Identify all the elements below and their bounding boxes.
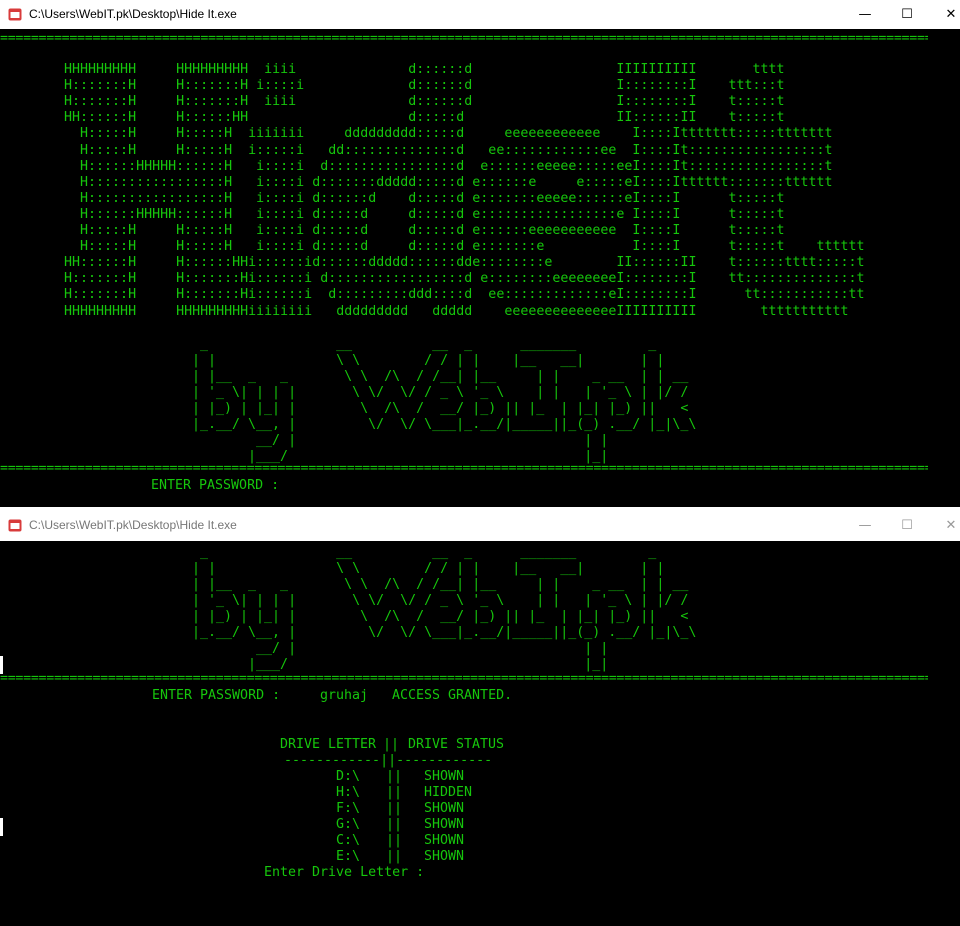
column-divider: || — [386, 817, 403, 832]
window-title: C:\Users\WebIT.pk\Desktop\Hide It.exe — [29, 7, 237, 21]
ascii-art-line: H::::::HHHHH::::::H i::::i d::::::::::::… — [32, 158, 833, 174]
console-app-icon — [8, 8, 22, 21]
drive-status-cell: SHOWN — [424, 817, 465, 832]
ascii-art-line: | |__ _ _ \ \ /\ / /__| |__ | | _ __ | |… — [192, 369, 689, 384]
drive-status-cell: SHOWN — [424, 801, 465, 816]
ascii-art-line: __/ | | | — [192, 641, 609, 656]
ascii-art-line: | |_) | |_| | \ /\ / __/ |_) || |_ | |_|… — [192, 609, 689, 624]
drive-status-cell: SHOWN — [424, 769, 465, 784]
ascii-art-line: HH::::::H H::::::HHi::::::id::::::ddddd:… — [32, 255, 865, 271]
ascii-art-line: H:::::::::::::::::H i::::i d::::::d d:::… — [32, 190, 785, 206]
ascii-art-line: | |_) | |_| | \ /\ / __/ |_) || |_ | |_|… — [192, 401, 689, 416]
window-title: C:\Users\WebIT.pk\Desktop\Hide It.exe — [29, 518, 237, 532]
drive-letter-cell: F:\ — [336, 801, 361, 816]
console-window-drives: C:\Users\WebIT.pk\Desktop\Hide It.exe — … — [0, 511, 960, 926]
console-output[interactable]: _ __ __ _ _______ _ | | \ \ / / | | |__ _… — [0, 541, 960, 926]
drive-letter-cell: C:\ — [336, 833, 361, 848]
drive-status-cell: HIDDEN — [424, 785, 473, 800]
column-divider: || — [383, 737, 400, 752]
ascii-art-line: | |__ _ _ \ \ /\ / /__| |__ | | _ __ | |… — [192, 577, 689, 592]
ascii-art-line: H:::::H H:::::H i::::i d:::::d d:::::d e… — [32, 223, 785, 238]
separator-line: ========================================… — [0, 671, 928, 686]
drive-letter-cell: G:\ — [336, 817, 361, 832]
ascii-art-line: H::::::HHHHH::::::H i::::i d:::::d d::::… — [32, 206, 785, 222]
ascii-art-line: | | \ \ / / | | |__ __| | | — [192, 561, 665, 576]
ascii-art-line: |_.__/ \__, | \/ \/ \___|_.__/|_____||_(… — [192, 417, 697, 432]
close-button[interactable]: ✕ — [928, 0, 960, 29]
drive-letter-prompt: Enter Drive Letter : — [264, 865, 425, 880]
text-cursor — [0, 656, 3, 674]
ascii-art-line: HH::::::H H::::::HH d:::::d II::::::II t… — [32, 110, 785, 126]
maximize-button[interactable]: ☐ — [884, 0, 930, 29]
text-cursor — [0, 818, 3, 836]
drive-letter-header: DRIVE LETTER — [280, 737, 377, 752]
ascii-art-line: HHHHHHHHH HHHHHHHHH iiii d::::::d IIIIII… — [32, 62, 785, 77]
separator-line: ========================================… — [0, 31, 928, 46]
ascii-art-line: |_.__/ \__, | \/ \/ \___|_.__/|_____||_(… — [192, 625, 697, 640]
ascii-art-line: __/ | | | — [192, 433, 609, 448]
ascii-art-line: HHHHHHHHH HHHHHHHHHiiiiiiii ddddddddd dd… — [32, 303, 849, 319]
console-output[interactable]: ========================================… — [0, 29, 960, 507]
drive-letter-cell: E:\ — [336, 849, 361, 864]
ascii-art-line: | '_ \| | | | \ \/ \/ / _ \ '_ \ | | | '… — [192, 385, 689, 400]
password-entered-value: gruhaj — [320, 688, 369, 703]
separator-line: ========================================… — [0, 461, 928, 476]
close-button[interactable]: ✕ — [928, 511, 960, 540]
ascii-art-line: H:::::::H H:::::::H iiii d::::::d I:::::… — [32, 94, 785, 110]
ascii-art-line: H:::::H H:::::H iiiiiii ddddddddd:::::d … — [32, 126, 833, 142]
title-bar[interactable]: C:\Users\WebIT.pk\Desktop\Hide It.exe — … — [0, 511, 960, 541]
ascii-art-line: | '_ \| | | | \ \/ \/ / _ \ '_ \ | | | '… — [192, 593, 689, 608]
ascii-art-line: H:::::::H H:::::::Hi::::::i d:::::::::::… — [32, 271, 865, 287]
console-window-login: C:\Users\WebIT.pk\Desktop\Hide It.exe — … — [0, 0, 960, 507]
password-prompt-label: ENTER PASSWORD : — [151, 478, 280, 493]
table-rule: ------------||------------ — [284, 753, 493, 768]
ascii-art-line: | | \ \ / / | | |__ __| | | — [192, 353, 665, 368]
drive-status-header: DRIVE STATUS — [408, 737, 505, 752]
password-prompt-label: ENTER PASSWORD : — [152, 688, 281, 703]
ascii-art-line: H:::::H H:::::H i::::i d:::::d d:::::d e… — [32, 239, 865, 255]
ascii-art-line: H:::::::::::::::::H i::::i d:::::::ddddd… — [32, 174, 833, 190]
column-divider: || — [386, 849, 403, 864]
drive-letter-cell: H:\ — [336, 785, 361, 800]
column-divider: || — [386, 769, 403, 784]
drive-status-cell: SHOWN — [424, 849, 465, 864]
maximize-button[interactable]: ☐ — [884, 511, 930, 540]
minimize-button[interactable]: — — [842, 0, 888, 29]
column-divider: || — [386, 801, 403, 816]
ascii-art-line: _ __ __ _ _______ _ — [192, 337, 657, 352]
minimize-button[interactable]: — — [842, 511, 888, 540]
access-granted-message: ACCESS GRANTED. — [392, 688, 513, 703]
console-app-icon — [8, 519, 22, 532]
ascii-art-line: _ __ __ _ _______ _ — [192, 545, 657, 560]
drive-letter-cell: D:\ — [336, 769, 361, 784]
ascii-art-line: H:::::::H H:::::::Hi::::::i d:::::::::dd… — [32, 287, 865, 303]
drive-status-cell: SHOWN — [424, 833, 465, 848]
ascii-art-line: H:::::::H H:::::::H i::::i d::::::d I:::… — [32, 78, 785, 94]
column-divider: || — [386, 785, 403, 800]
title-bar[interactable]: C:\Users\WebIT.pk\Desktop\Hide It.exe — … — [0, 0, 960, 29]
column-divider: || — [386, 833, 403, 848]
ascii-art-line: H:::::H H:::::H i:::::i dd::::::::::::::… — [32, 142, 833, 158]
